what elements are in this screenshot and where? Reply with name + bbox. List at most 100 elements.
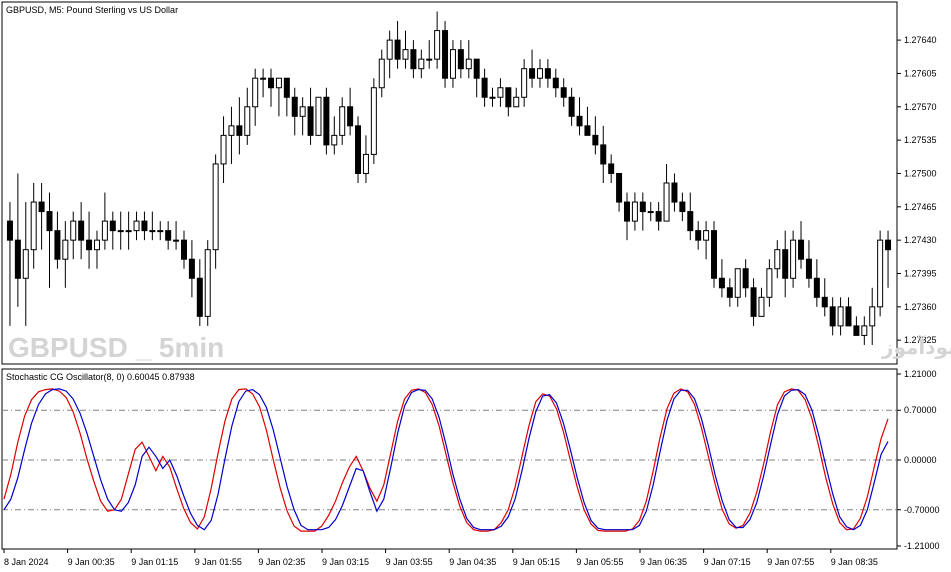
candle-bull <box>647 211 654 214</box>
candle-bear <box>726 287 733 298</box>
candle-bull <box>631 201 638 222</box>
candle-bear <box>584 125 591 136</box>
candle-bear <box>141 220 148 232</box>
time-tick-label: 9 Jan 01:55 <box>195 557 242 567</box>
candle-bull <box>173 239 180 242</box>
candle-bear <box>457 49 464 70</box>
candle-bull <box>117 230 124 233</box>
candle-bear <box>78 220 85 241</box>
candle-bull <box>386 39 393 60</box>
candle-bull <box>244 106 251 136</box>
candle-bull <box>101 220 108 241</box>
oscillator-tick-label: 0.00000 <box>904 455 937 465</box>
candle-bear <box>592 134 599 146</box>
candle-bear <box>813 277 820 298</box>
oscillator-tick-label: -0.70000 <box>904 505 940 515</box>
candle-bull <box>513 96 520 108</box>
candle-bull <box>252 77 259 108</box>
candle-bear <box>473 58 480 79</box>
time-tick-label: 9 Jan 00:35 <box>68 557 115 567</box>
trading-chart[interactable]: 1.27640 1.27605 1.27570 1.27535 1.27500 1.274… <box>0 0 951 572</box>
time-tick-label: 9 Jan 05:15 <box>513 557 560 567</box>
candle-bear <box>180 239 187 260</box>
candle-bear <box>853 325 860 336</box>
candle-bull <box>703 230 710 241</box>
candle-bear <box>6 220 13 241</box>
candle-bull <box>149 230 156 233</box>
candle-bull <box>125 230 132 233</box>
time-tick-label: 9 Jan 02:35 <box>258 557 305 567</box>
candle-bear <box>268 77 275 89</box>
time-axis: 8 Jan 2024 9 Jan 00:35 9 Jan 01:15 9 Jan 01… <box>3 549 878 567</box>
candle-bear <box>623 201 630 222</box>
candle-bear <box>109 220 116 232</box>
candle-bear <box>679 201 686 213</box>
candle-bull <box>62 239 69 260</box>
candle-bear <box>695 230 702 241</box>
candle-bull <box>133 220 140 232</box>
oscillator-tick-label: 1.21000 <box>904 369 937 379</box>
candle-bull <box>370 87 377 155</box>
price-tick-label: 1.27640 <box>904 35 937 45</box>
candle-bear <box>742 268 749 289</box>
candle-bull <box>766 268 773 298</box>
time-tick-label: 8 Jan 2024 <box>4 557 49 567</box>
candle-bull <box>734 268 741 298</box>
candle-bear <box>38 201 45 213</box>
candle-bull <box>70 220 77 241</box>
candle-bear <box>188 258 195 279</box>
oscillator-tick-label: 0.70000 <box>904 405 937 415</box>
candle-bull <box>521 68 528 98</box>
candle-bull <box>869 306 876 327</box>
candle-bull <box>418 58 425 70</box>
candle-bear <box>655 211 662 222</box>
candle-bull <box>299 106 306 117</box>
candle-bear <box>505 87 512 108</box>
time-tick-label: 9 Jan 07:55 <box>767 557 814 567</box>
candle-bear <box>805 258 812 279</box>
candle-bear <box>671 182 678 203</box>
candle-bear <box>560 87 567 98</box>
price-tick-label: 1.27360 <box>904 302 937 312</box>
price-tick-label: 1.27605 <box>904 68 937 78</box>
candle-bull <box>426 58 433 61</box>
candle-bull <box>30 201 37 251</box>
candle-bear <box>782 249 789 279</box>
candle-bear <box>639 201 646 213</box>
candle-bull <box>861 325 868 336</box>
watermark-symbol: GBPUSD _ 5min <box>8 332 224 363</box>
candle-bull <box>497 87 504 98</box>
candle-bear <box>568 96 575 117</box>
candle-bear <box>600 144 607 165</box>
candle-bear <box>821 296 828 308</box>
candle-bull <box>536 68 543 79</box>
candle-bull <box>877 239 884 308</box>
candle-bear <box>14 239 21 279</box>
price-tick-label: 1.27465 <box>904 202 937 212</box>
price-tick-label: 1.27570 <box>904 102 937 112</box>
candle-bull <box>315 96 322 136</box>
price-tick-label: 1.27500 <box>904 168 937 178</box>
time-tick-label: 9 Jan 01:15 <box>131 557 178 567</box>
candle-bear <box>829 306 836 327</box>
candle-bear <box>355 125 362 174</box>
candle-bull <box>93 239 100 251</box>
candle-bear <box>608 163 615 174</box>
time-tick-label: 9 Jan 07:15 <box>704 557 751 567</box>
oscillator-title: Stochastic CG Oscillator(8, 0) 0.60045 0… <box>6 372 195 382</box>
price-tick-label: 1.27395 <box>904 269 937 279</box>
price-tick-label: 1.27430 <box>904 235 937 245</box>
time-tick-label: 9 Jan 03:15 <box>322 557 369 567</box>
candle-bear <box>394 39 401 60</box>
candle-bear <box>552 77 559 89</box>
oscillator-tick-label: -1.21000 <box>904 541 940 551</box>
candle-bull <box>331 134 338 146</box>
candle-bull <box>489 96 496 99</box>
candle-bear <box>750 287 757 317</box>
candle-bear <box>481 77 488 98</box>
chart-title: GBPUSD, M5: Pound Sterling vs US Dollar <box>6 5 178 15</box>
candle-bear <box>236 125 243 136</box>
candle-bull <box>339 106 346 136</box>
candle-bear <box>616 172 623 203</box>
candle-bear <box>410 49 417 70</box>
